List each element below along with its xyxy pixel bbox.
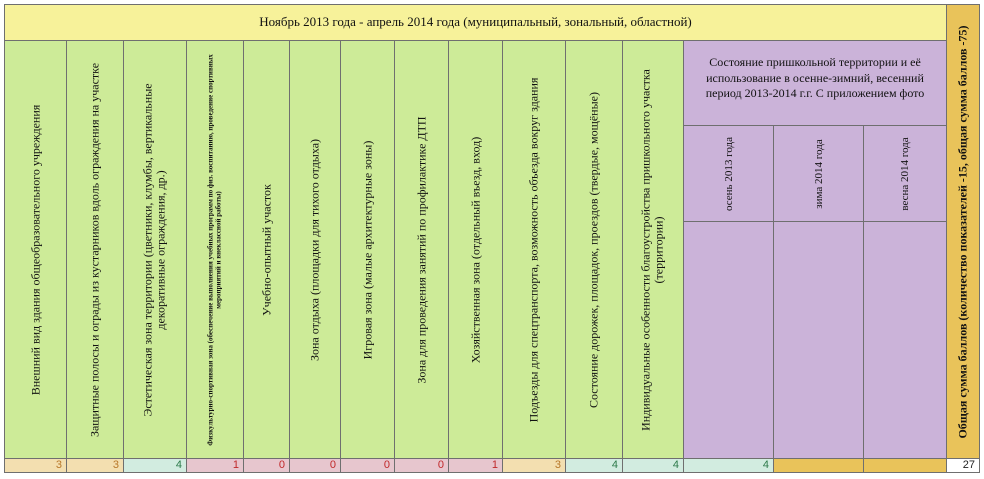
- score-cell[interactable]: [863, 458, 947, 473]
- score-cell[interactable]: 4: [622, 458, 684, 473]
- criterion-utility-zone: Хозяйственная зона (отдельный въезд, вхо…: [448, 40, 503, 459]
- score-cell[interactable]: 0: [243, 458, 290, 473]
- score-cell[interactable]: 0: [394, 458, 449, 473]
- score-cell[interactable]: 3: [66, 458, 124, 473]
- criterion-label: Игровая зона (малые архитектурные зоны): [359, 140, 374, 359]
- season-winter-2014: зима 2014 года: [773, 125, 864, 459]
- total-score-header: Общая сумма баллов (количество показател…: [946, 4, 980, 459]
- criterion-label: Эстетическая зона территории (цветники, …: [140, 82, 168, 417]
- criterion-label: Защитные полосы и ограды из кустарников …: [87, 62, 102, 437]
- criterion-experimental-plot: Учебно-опытный участок: [243, 40, 290, 459]
- criterion-label: Зона для проведения занятий по профилакт…: [413, 115, 428, 384]
- criterion-traffic-safety-zone: Зона для проведения занятий по профилакт…: [394, 40, 449, 459]
- total-score-cell[interactable]: 27: [946, 458, 980, 473]
- criterion-label: Физкультурно-спортивная зона (обеспечени…: [206, 53, 223, 446]
- criterion-sports-zone: Физкультурно-спортивная зона (обеспечени…: [186, 40, 244, 459]
- criterion-label: Индивидуальные особенности благоустройст…: [638, 68, 666, 431]
- criterion-individual-features: Индивидуальные особенности благоустройст…: [622, 40, 684, 459]
- period-header-title: Ноябрь 2013 года - апрель 2014 года (мун…: [259, 14, 692, 29]
- criterion-label: Зона отдыха (площадки для тихого отдыха): [307, 138, 322, 361]
- season-spring-2014: весна 2014 года: [863, 125, 947, 459]
- criterion-special-vehicle-access: Подъезды для спецтранспорта, возможность…: [502, 40, 566, 459]
- season-autumn-2013: осень 2013 года: [683, 125, 774, 459]
- score-cell[interactable]: 0: [289, 458, 341, 473]
- criterion-play-zone: Игровая зона (малые архитектурные зоны): [340, 40, 395, 459]
- criterion-rest-zone: Зона отдыха (площадки для тихого отдыха): [289, 40, 341, 459]
- score-cell[interactable]: 4: [123, 458, 187, 473]
- criterion-label: Состояние дорожек, площадок, проездов (т…: [586, 91, 601, 408]
- season-label-box: весна 2014 года: [864, 126, 946, 222]
- criterion-label: Хозяйственная зона (отдельный въезд, вхо…: [467, 136, 482, 363]
- criterion-building-appearance: Внешний вид здания общеобразовательного …: [4, 40, 67, 459]
- season-label-box: осень 2013 года: [684, 126, 773, 222]
- score-cell[interactable]: 1: [448, 458, 503, 473]
- photo-section-header: Состояние пришкольной территории и её ис…: [683, 40, 947, 126]
- period-header: Ноябрь 2013 года - апрель 2014 года (мун…: [4, 4, 947, 41]
- score-cell[interactable]: 3: [4, 458, 67, 473]
- criterion-label: Внешний вид здания общеобразовательного …: [27, 104, 42, 395]
- criterion-paths-condition: Состояние дорожек, площадок, проездов (т…: [565, 40, 623, 459]
- score-cell[interactable]: 3: [502, 458, 566, 473]
- season-label: зима 2014 года: [812, 138, 825, 209]
- season-label: весна 2014 года: [898, 136, 911, 211]
- criterion-label: Учебно-опытный участок: [258, 183, 273, 316]
- score-cell[interactable]: 1: [186, 458, 244, 473]
- photo-section-title: Состояние пришкольной территории и её ис…: [705, 55, 925, 101]
- season-label-box: зима 2014 года: [774, 126, 863, 222]
- total-score-header-label: Общая сумма баллов (количество показател…: [955, 24, 970, 439]
- criterion-aesthetic-zone: Эстетическая зона территории (цветники, …: [123, 40, 187, 459]
- criterion-protective-strips: Защитные полосы и ограды из кустарников …: [66, 40, 124, 459]
- criterion-label: Подъезды для спецтранспорта, возможность…: [526, 77, 541, 422]
- score-cell[interactable]: 4: [565, 458, 623, 473]
- score-cell[interactable]: 4: [683, 458, 774, 473]
- score-cell[interactable]: 0: [340, 458, 395, 473]
- season-label: осень 2013 года: [722, 136, 735, 211]
- score-cell[interactable]: [773, 458, 864, 473]
